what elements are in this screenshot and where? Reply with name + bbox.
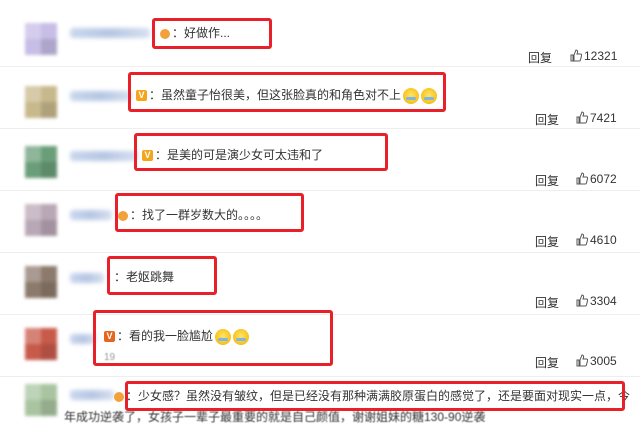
avatar[interactable] xyxy=(25,384,57,416)
avatar[interactable] xyxy=(25,23,57,55)
thumbs-up-icon xyxy=(576,111,588,124)
avatar[interactable] xyxy=(25,328,57,360)
highlight-box xyxy=(152,18,272,49)
reply-button[interactable]: 回复 xyxy=(535,111,559,128)
thumbs-up-icon xyxy=(576,354,588,367)
like-count: 6072 xyxy=(590,172,617,186)
username-blurred[interactable] xyxy=(70,273,104,283)
like-count: 3304 xyxy=(590,294,617,308)
thumbs-up-icon xyxy=(576,233,588,246)
comment-item: V ：虽然童子怡很美，但这张脸真的和角色对不上 回复 7421 xyxy=(0,66,640,129)
avatar[interactable] xyxy=(25,204,57,236)
highlight-box xyxy=(107,256,217,295)
thumbs-up-icon xyxy=(576,294,588,307)
like-count: 12321 xyxy=(584,49,618,63)
reply-button[interactable]: 回复 xyxy=(535,233,559,250)
reply-button[interactable]: 回复 xyxy=(528,49,552,66)
avatar[interactable] xyxy=(25,146,57,178)
username-blurred[interactable] xyxy=(70,151,138,161)
comment-item: 19 V ：看的我一脸尴尬 回复 3005 xyxy=(0,310,640,377)
comment-item: ：老妪跳舞 回复 3304 xyxy=(0,252,640,315)
comment-item: V ：是美的可是演少女可太违和了 回复 6072 xyxy=(0,128,640,191)
like-button[interactable]: 7421 xyxy=(576,111,617,125)
reply-button[interactable]: 回复 xyxy=(535,294,559,311)
username-blurred[interactable] xyxy=(70,390,114,400)
highlight-box xyxy=(125,381,625,411)
like-count: 4610 xyxy=(590,233,617,247)
like-button[interactable]: 3005 xyxy=(576,354,617,368)
like-button[interactable]: 3304 xyxy=(576,294,617,308)
thumbs-up-icon xyxy=(570,49,582,62)
username-blurred[interactable] xyxy=(70,210,112,220)
username-blurred[interactable] xyxy=(70,28,150,38)
highlight-box xyxy=(115,193,304,232)
reply-button[interactable]: 回复 xyxy=(535,172,559,189)
avatar[interactable] xyxy=(25,86,57,118)
comment-item: ：少女感？虽然没有皱纹，但是已经没有那种满满胶原蛋白的感觉了，还是要面对现实一点… xyxy=(0,376,640,437)
comment-item: ：找了一群岁数大的。。。。 回复 4610 xyxy=(0,190,640,253)
thumbs-up-icon xyxy=(576,172,588,185)
like-button[interactable]: 6072 xyxy=(576,172,617,186)
username-blurred[interactable] xyxy=(70,91,132,101)
avatar[interactable] xyxy=(25,266,57,298)
like-count: 3005 xyxy=(590,354,617,368)
reply-button[interactable]: 回复 xyxy=(535,354,559,371)
highlight-box xyxy=(134,133,388,171)
member-badge-icon xyxy=(114,391,124,402)
highlight-box xyxy=(93,310,333,366)
comment-item: ：好做作... 回复 12321 xyxy=(0,0,640,67)
like-count: 7421 xyxy=(590,111,617,125)
highlight-box xyxy=(128,72,446,112)
like-button[interactable]: 12321 xyxy=(570,49,617,63)
like-button[interactable]: 4610 xyxy=(576,233,617,247)
